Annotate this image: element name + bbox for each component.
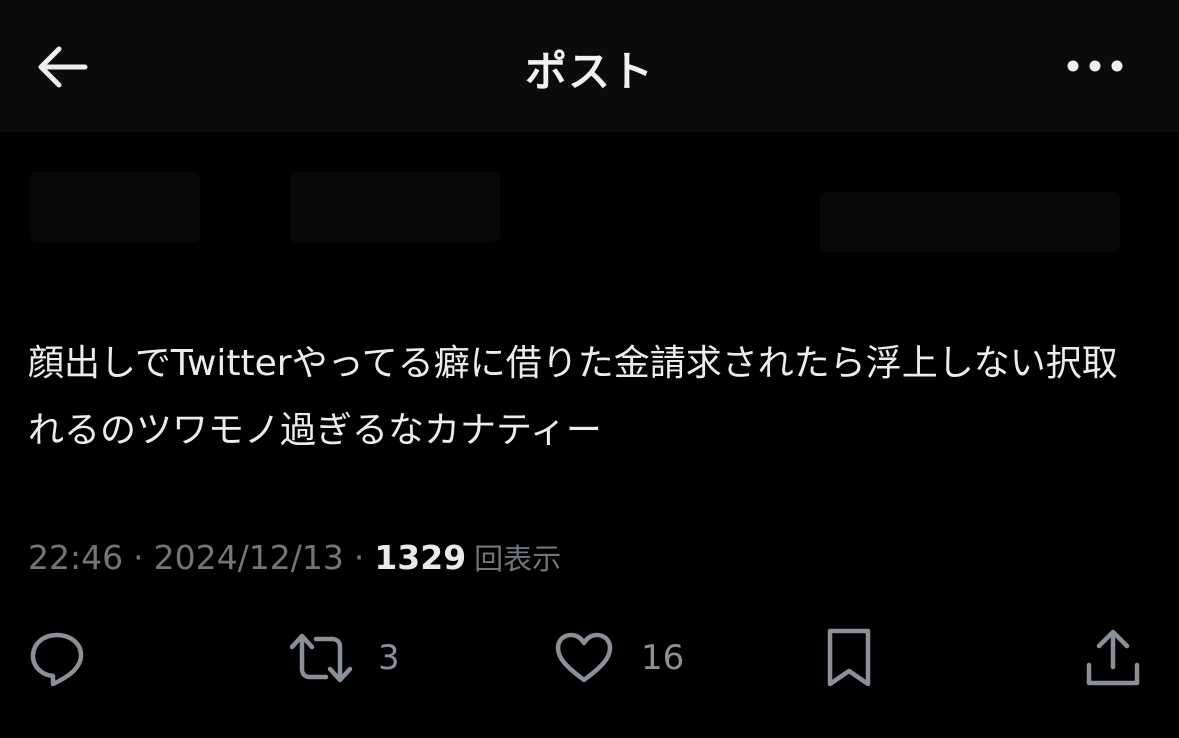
more-options-button[interactable] [1060, 40, 1130, 92]
reply-icon [30, 632, 84, 687]
page-title: ポスト [524, 47, 654, 96]
post-time: 22:46 [28, 538, 124, 577]
repost-button[interactable]: 3 [288, 620, 400, 696]
views-label: 回表示 [474, 542, 562, 576]
post-metadata: 22:46 · 2024/12/13 · 1329 回表示 [28, 536, 561, 578]
top-navigation-bar: ポスト [0, 0, 1179, 132]
like-button[interactable]: 16 [555, 620, 684, 696]
like-count: 16 [641, 638, 685, 678]
separator-dot: · [133, 538, 144, 577]
repost-count: 3 [378, 638, 400, 678]
bookmark-icon [827, 628, 871, 687]
post-date: 2024/12/13 [153, 538, 344, 577]
separator-dot: · [353, 538, 365, 577]
more-horizontal-icon [1067, 60, 1123, 72]
share-button[interactable] [1084, 620, 1142, 696]
views-count: 1329 [374, 538, 467, 577]
share-icon [1086, 629, 1140, 686]
post-action-bar: 3 16 [0, 620, 1179, 696]
back-button[interactable] [28, 36, 94, 98]
reply-button[interactable] [28, 620, 86, 696]
repost-icon [289, 633, 353, 683]
arrow-left-icon [38, 46, 88, 88]
faded-header-area [0, 132, 1179, 282]
post-text: 顔出しでTwitterやってる癖に借りた金請求されたら浮上しない択取れるのツワモ… [28, 343, 1118, 451]
heart-icon [555, 632, 613, 683]
bookmark-button[interactable] [824, 620, 874, 696]
